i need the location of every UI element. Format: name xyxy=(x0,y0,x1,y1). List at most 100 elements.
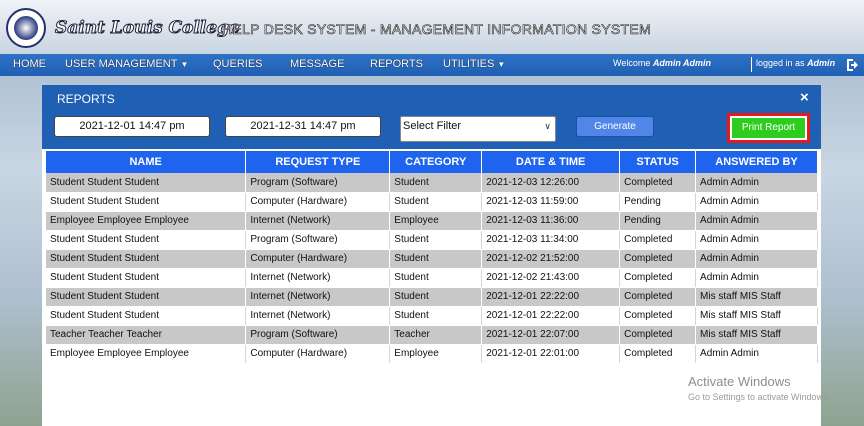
cell-request-type: Internet (Network) xyxy=(245,268,391,288)
modal-title: REPORTS xyxy=(57,92,115,106)
print-report-button[interactable]: Print Report xyxy=(732,118,805,138)
cell-category: Student xyxy=(389,306,483,326)
cell-status: Pending xyxy=(619,211,697,231)
table-row[interactable]: Student Student Student Internet (Network… xyxy=(46,287,818,307)
cell-name: Student Student Student xyxy=(46,287,247,307)
cell-date-time: 2021-12-03 11:36:00 xyxy=(481,211,621,231)
table-row[interactable]: Student Student Student Internet (Network… xyxy=(46,268,818,288)
cell-request-type: Computer (Hardware) xyxy=(245,344,391,364)
cell-status: Completed xyxy=(619,230,697,250)
filter-select[interactable]: Select Filter ∨ xyxy=(400,116,556,142)
col-header-name[interactable]: NAME xyxy=(46,151,247,173)
cell-status: Completed xyxy=(619,173,697,193)
cell-name: Student Student Student xyxy=(46,249,247,269)
cell-category: Teacher xyxy=(389,325,483,345)
table-row[interactable]: Employee Employee Employee Computer (Hard… xyxy=(46,344,818,364)
cell-name: Student Student Student xyxy=(46,230,247,250)
cell-request-type: Program (Software) xyxy=(245,173,391,193)
table-header-row: NAME REQUEST TYPE CATEGORY DATE & TIME S… xyxy=(46,151,818,173)
cell-name: Employee Employee Employee xyxy=(46,344,247,364)
table-row[interactable]: Student Student Student Program (Software… xyxy=(46,173,818,193)
table-row[interactable]: Student Student Student Computer (Hardwar… xyxy=(46,192,818,212)
college-name: Saint Louis College xyxy=(55,18,241,39)
cell-date-time: 2021-12-01 22:07:00 xyxy=(481,325,621,345)
cell-category: Student xyxy=(389,249,483,269)
cell-status: Pending xyxy=(619,192,697,212)
print-report-highlight: Print Report xyxy=(727,113,810,143)
table-row[interactable]: Employee Employee Employee Internet (Netw… xyxy=(46,211,818,231)
nav-user-management[interactable]: USER MANAGEMENT ▼ xyxy=(65,58,188,70)
cell-category: Employee xyxy=(389,211,483,231)
logged-in-text: logged in as Admin xyxy=(756,58,836,68)
cell-date-time: 2021-12-02 21:52:00 xyxy=(481,249,621,269)
cell-name: Employee Employee Employee xyxy=(46,211,247,231)
nav-home[interactable]: HOME xyxy=(13,58,46,70)
cell-answered-by: Mis staff MIS Staff xyxy=(695,306,818,326)
cell-status: Completed xyxy=(619,249,697,269)
cell-answered-by: Admin Admin xyxy=(695,173,818,193)
col-header-request-type[interactable]: REQUEST TYPE xyxy=(245,151,391,173)
cell-status: Completed xyxy=(619,306,697,326)
cell-date-time: 2021-12-01 22:22:00 xyxy=(481,287,621,307)
caret-down-icon: ▼ xyxy=(180,60,189,69)
cell-category: Student xyxy=(389,268,483,288)
cell-name: Student Student Student xyxy=(46,268,247,288)
cell-date-time: 2021-12-03 11:59:00 xyxy=(481,192,621,212)
cell-date-time: 2021-12-01 22:01:00 xyxy=(481,344,621,364)
cell-answered-by: Admin Admin xyxy=(695,192,818,212)
col-header-status[interactable]: STATUS xyxy=(619,151,697,173)
date-to-input[interactable]: 2021-12-31 14:47 pm xyxy=(225,116,381,137)
cell-category: Student xyxy=(389,230,483,250)
chevron-down-icon: ∨ xyxy=(544,121,551,131)
cell-status: Completed xyxy=(619,325,697,345)
college-seal-icon xyxy=(14,16,38,40)
filter-select-value: Select Filter xyxy=(403,120,462,132)
cell-date-time: 2021-12-03 12:26:00 xyxy=(481,173,621,193)
cell-category: Student xyxy=(389,192,483,212)
nav-utilities[interactable]: UTILITIES ▼ xyxy=(443,58,505,70)
table-row[interactable]: Student Student Student Computer (Hardwar… xyxy=(46,249,818,269)
cell-request-type: Internet (Network) xyxy=(245,211,391,231)
cell-answered-by: Mis staff MIS Staff xyxy=(695,287,818,307)
system-title: HELP DESK SYSTEM - MANAGEMENT INFORMATIO… xyxy=(222,21,652,38)
date-from-input[interactable]: 2021-12-01 14:47 pm xyxy=(54,116,210,137)
cell-request-type: Program (Software) xyxy=(245,325,391,345)
cell-request-type: Internet (Network) xyxy=(245,306,391,326)
cell-category: Student xyxy=(389,287,483,307)
main-nav: HOME USER MANAGEMENT ▼ QUERIES MESSAGE RE… xyxy=(0,54,864,76)
modal-header: REPORTS × xyxy=(42,85,821,112)
cell-date-time: 2021-12-02 21:43:00 xyxy=(481,268,621,288)
caret-down-icon: ▼ xyxy=(497,60,506,69)
col-header-date-time[interactable]: DATE & TIME xyxy=(481,151,621,173)
activate-windows-title: Activate Windows xyxy=(688,374,791,389)
col-header-answered-by[interactable]: ANSWERED BY xyxy=(695,151,818,173)
cell-date-time: 2021-12-01 22:22:00 xyxy=(481,306,621,326)
col-header-category[interactable]: CATEGORY xyxy=(389,151,483,173)
table-row[interactable]: Student Student Student Program (Software… xyxy=(46,230,818,250)
nav-message[interactable]: MESSAGE xyxy=(290,58,344,70)
cell-name: Teacher Teacher Teacher xyxy=(46,325,247,345)
table-row[interactable]: Teacher Teacher Teacher Program (Software… xyxy=(46,325,818,345)
cell-date-time: 2021-12-03 11:34:00 xyxy=(481,230,621,250)
college-logo xyxy=(6,8,46,48)
logout-icon[interactable] xyxy=(845,57,861,73)
close-icon[interactable]: × xyxy=(800,89,809,106)
welcome-text: Welcome Admin Admin xyxy=(613,58,712,68)
cell-status: Completed xyxy=(619,344,697,364)
cell-answered-by: Admin Admin xyxy=(695,249,818,269)
app-header: Saint Louis College HELP DESK SYSTEM - M… xyxy=(0,0,864,54)
activate-windows-subtitle: Go to Settings to activate Windows. xyxy=(688,392,831,402)
cell-request-type: Computer (Hardware) xyxy=(245,192,391,212)
cell-status: Completed xyxy=(619,268,697,288)
cell-answered-by: Admin Admin xyxy=(695,268,818,288)
nav-reports[interactable]: REPORTS xyxy=(370,58,423,70)
table-row[interactable]: Student Student Student Internet (Network… xyxy=(46,306,818,326)
cell-answered-by: Admin Admin xyxy=(695,230,818,250)
generate-button[interactable]: Generate xyxy=(576,116,654,137)
nav-queries[interactable]: QUERIES xyxy=(213,58,263,70)
cell-status: Completed xyxy=(619,287,697,307)
cell-answered-by: Mis staff MIS Staff xyxy=(695,325,818,345)
cell-answered-by: Admin Admin xyxy=(695,211,818,231)
cell-request-type: Internet (Network) xyxy=(245,287,391,307)
cell-request-type: Computer (Hardware) xyxy=(245,249,391,269)
